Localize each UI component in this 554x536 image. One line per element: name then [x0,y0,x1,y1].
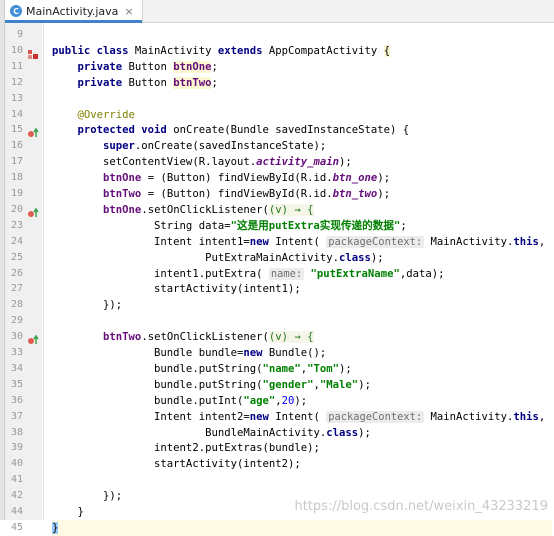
code-line[interactable]: intent1.putExtra( name: "putExtraName",d… [52,266,444,282]
line-number: 41 [10,474,23,486]
override-method-icon[interactable] [27,204,41,217]
code-line[interactable]: @Override [52,107,135,123]
line-number: 12 [10,76,23,88]
code-line[interactable]: Intent intent1=new Intent( packageContex… [52,234,545,250]
code-line[interactable]: PutExtraMainActivity.class); [52,250,384,266]
line-number: 36 [10,394,23,406]
tab-mainactivity-java[interactable]: C MainActivity.java × [4,0,143,23]
line-number: 11 [10,60,23,72]
code-line[interactable]: setContentView(R.layout.activity_main); [52,154,352,170]
code-line[interactable]: protected void onCreate(Bundle savedInst… [52,122,410,138]
code-line[interactable]: BundleMainActivity.class); [52,425,371,441]
line-number: 20 [10,203,23,215]
line-number: 17 [10,156,23,168]
code-line[interactable]: private Button btnOne; [52,59,218,75]
java-class-icon: C [10,5,22,17]
left-edge [0,0,5,520]
line-number: 15 [10,124,23,136]
code-line[interactable]: btnOne.setOnClickListener((v) → { [52,202,314,218]
code-line[interactable]: Intent intent2=new Intent( packageContex… [52,409,545,425]
line-number: 9 [16,29,23,40]
line-number: 45 [10,521,23,533]
code-line[interactable]: } [52,504,84,520]
watermark: https://blog.csdn.net/weixin_43233219 [294,499,548,514]
code-line[interactable]: bundle.putString("name","Tom"); [52,361,352,377]
line-number: 10 [10,44,23,56]
line-number: 35 [10,378,23,390]
class-hierarchy-icon[interactable] [27,45,41,59]
line-number: 30 [10,331,23,343]
line-number: 34 [10,362,23,374]
code-line[interactable]: Bundle bundle=new Bundle(); [52,345,326,361]
editor-tab-bar: C MainActivity.java × [0,0,554,23]
line-number: 37 [10,410,23,422]
code-line[interactable]: } [52,519,552,536]
line-number: 13 [10,92,23,104]
line-number: 19 [10,188,23,199]
line-number: 18 [10,172,23,184]
code-line[interactable]: private Button btnTwo; [52,75,218,91]
override-method-icon[interactable] [27,124,41,138]
code-line[interactable]: btnOne = (Button) findViewById(R.id.btn_… [52,170,390,186]
line-number: 44 [10,506,23,517]
line-number: 24 [10,235,23,247]
code-line[interactable]: btnTwo.setOnClickListener((v) → { [52,329,314,345]
code-editor[interactable]: public class MainActivity extends AppCom… [44,23,554,536]
line-number: 28 [10,299,23,311]
line-number: 25 [10,251,23,263]
line-number: 38 [10,426,23,438]
code-line[interactable]: intent2.putExtras(bundle); [52,440,320,456]
tab-label: MainActivity.java [26,4,119,18]
code-line[interactable]: }); [52,297,122,313]
line-number: 42 [10,490,23,502]
line-number: 33 [10,347,23,358]
override-method-icon[interactable] [27,331,41,345]
code-line[interactable]: btnTwo = (Button) findViewById(R.id.btn_… [52,186,390,202]
line-number: 29 [10,315,23,327]
line-number: 14 [10,108,23,120]
line-number: 16 [10,140,23,152]
line-number: 39 [10,442,23,454]
line-number: 27 [10,283,23,295]
code-line[interactable]: String data="这是用putExtra实现传递的数据"; [52,218,407,234]
line-number: 26 [10,267,23,279]
code-line[interactable]: bundle.putString("gender","Male"); [52,377,371,393]
line-number: 23 [10,219,23,231]
code-line[interactable]: super.onCreate(savedInstanceState); [52,138,326,154]
code-line[interactable]: bundle.putInt("age",20); [52,393,307,409]
code-line[interactable]: }); [52,488,122,504]
close-icon[interactable]: × [124,5,133,18]
code-line[interactable]: startActivity(intent2); [52,456,301,472]
line-number: 40 [10,458,23,470]
code-line[interactable]: startActivity(intent1); [52,281,301,297]
code-line[interactable]: public class MainActivity extends AppCom… [52,43,391,59]
